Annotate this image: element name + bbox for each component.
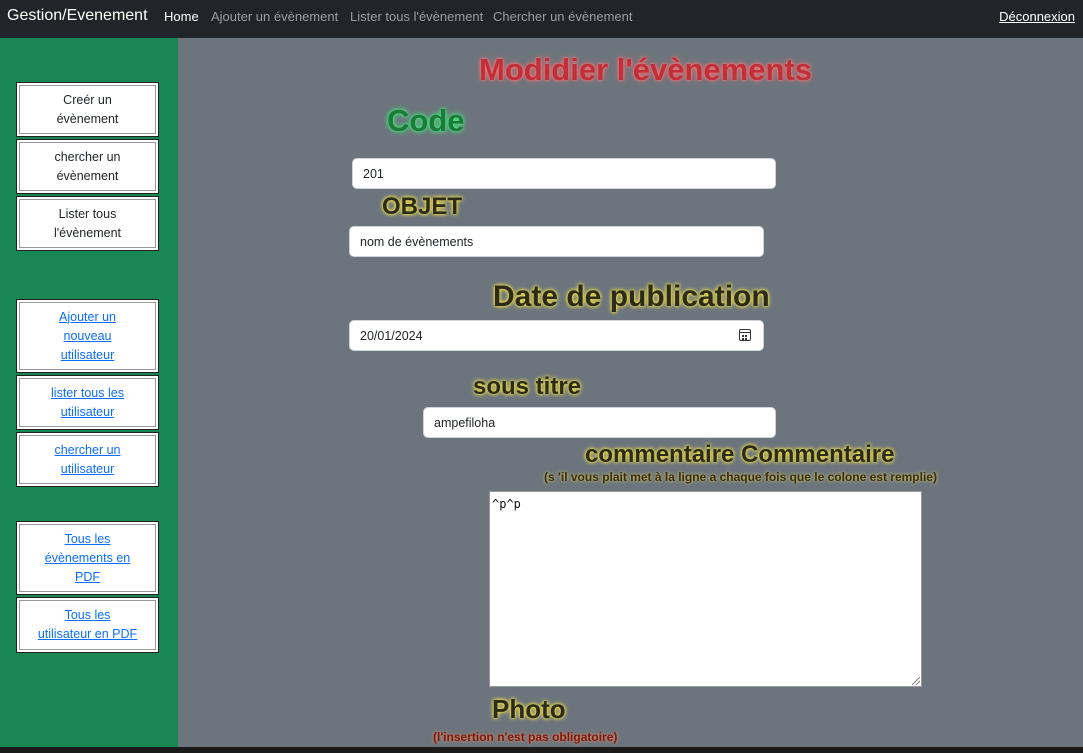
comment-text: ^p^p — [492, 497, 521, 511]
top-navbar: Gestion/Evenement Home Ajouter un évènem… — [0, 0, 1083, 38]
resize-handle-icon[interactable] — [912, 677, 920, 685]
nav-home[interactable]: Home — [164, 9, 199, 24]
sidebar-link-label[interactable]: lister tous les utilisateur — [37, 384, 138, 422]
comment-textarea[interactable]: ^p^p — [489, 491, 922, 687]
code-label: Code — [387, 103, 465, 138]
navbar-brand[interactable]: Gestion/Evenement — [7, 7, 148, 25]
sidebar-create-event-button[interactable]: Creér un évènement — [16, 82, 159, 137]
sidebar-link-label[interactable]: Tous les utilisateur en PDF — [37, 606, 138, 644]
sidebar-link-label[interactable]: Tous les évènements en PDF — [37, 530, 138, 587]
calendar-icon[interactable] — [739, 329, 751, 341]
sidebar-search-user-button[interactable]: chercher un utilisateur — [16, 432, 159, 487]
comment-note: (s 'il vous plait met à la ligne a chaqu… — [544, 470, 937, 484]
photo-label: Photo — [492, 694, 566, 724]
sidebar-add-user-button[interactable]: Ajouter un nouveau utilisateur — [16, 299, 159, 373]
sidebar-button-label: Creér un évènement — [56, 92, 119, 126]
sidebar-link-label[interactable]: Ajouter un nouveau utilisateur — [37, 308, 138, 365]
date-input[interactable]: 20/01/2024 — [349, 320, 764, 351]
soustitre-label: sous titre — [473, 373, 582, 400]
sidebar-list-users-button[interactable]: lister tous les utilisateur — [16, 375, 159, 430]
soustitre-input[interactable]: ampefiloha — [423, 407, 776, 438]
objet-label: OBJET — [382, 193, 463, 220]
nav-list-events[interactable]: Lister tous l'évènement — [350, 9, 483, 24]
date-label: Date de publication — [493, 280, 770, 313]
sidebar-events-pdf-button[interactable]: Tous les évènements en PDF — [16, 521, 159, 595]
logout-link[interactable]: Déconnexion — [999, 9, 1075, 24]
nav-search-event[interactable]: Chercher un évènement — [493, 9, 632, 24]
sidebar-users-pdf-button[interactable]: Tous les utilisateur en PDF — [16, 597, 159, 653]
sidebar-list-events-button[interactable]: Lister tous l'évènement — [16, 196, 159, 251]
date-value: 20/01/2024 — [360, 328, 423, 343]
bottom-bar — [0, 747, 1083, 753]
sidebar-button-label: Lister tous l'évènement — [53, 206, 121, 240]
sidebar-search-event-button[interactable]: chercher un évènement — [16, 139, 159, 194]
comment-label: commentaire Commentaire — [585, 441, 895, 468]
photo-note: (l'insertion n'est pas obligatoire) — [433, 730, 618, 744]
sidebar-link-label[interactable]: chercher un utilisateur — [37, 441, 138, 479]
sidebar-button-label: chercher un évènement — [54, 149, 121, 183]
objet-input[interactable]: nom de évènements — [349, 226, 764, 257]
page-title: Modidier l'évènements — [479, 52, 812, 87]
nav-add-event[interactable]: Ajouter un évènement — [211, 9, 338, 24]
code-input[interactable]: 201 — [352, 158, 776, 189]
